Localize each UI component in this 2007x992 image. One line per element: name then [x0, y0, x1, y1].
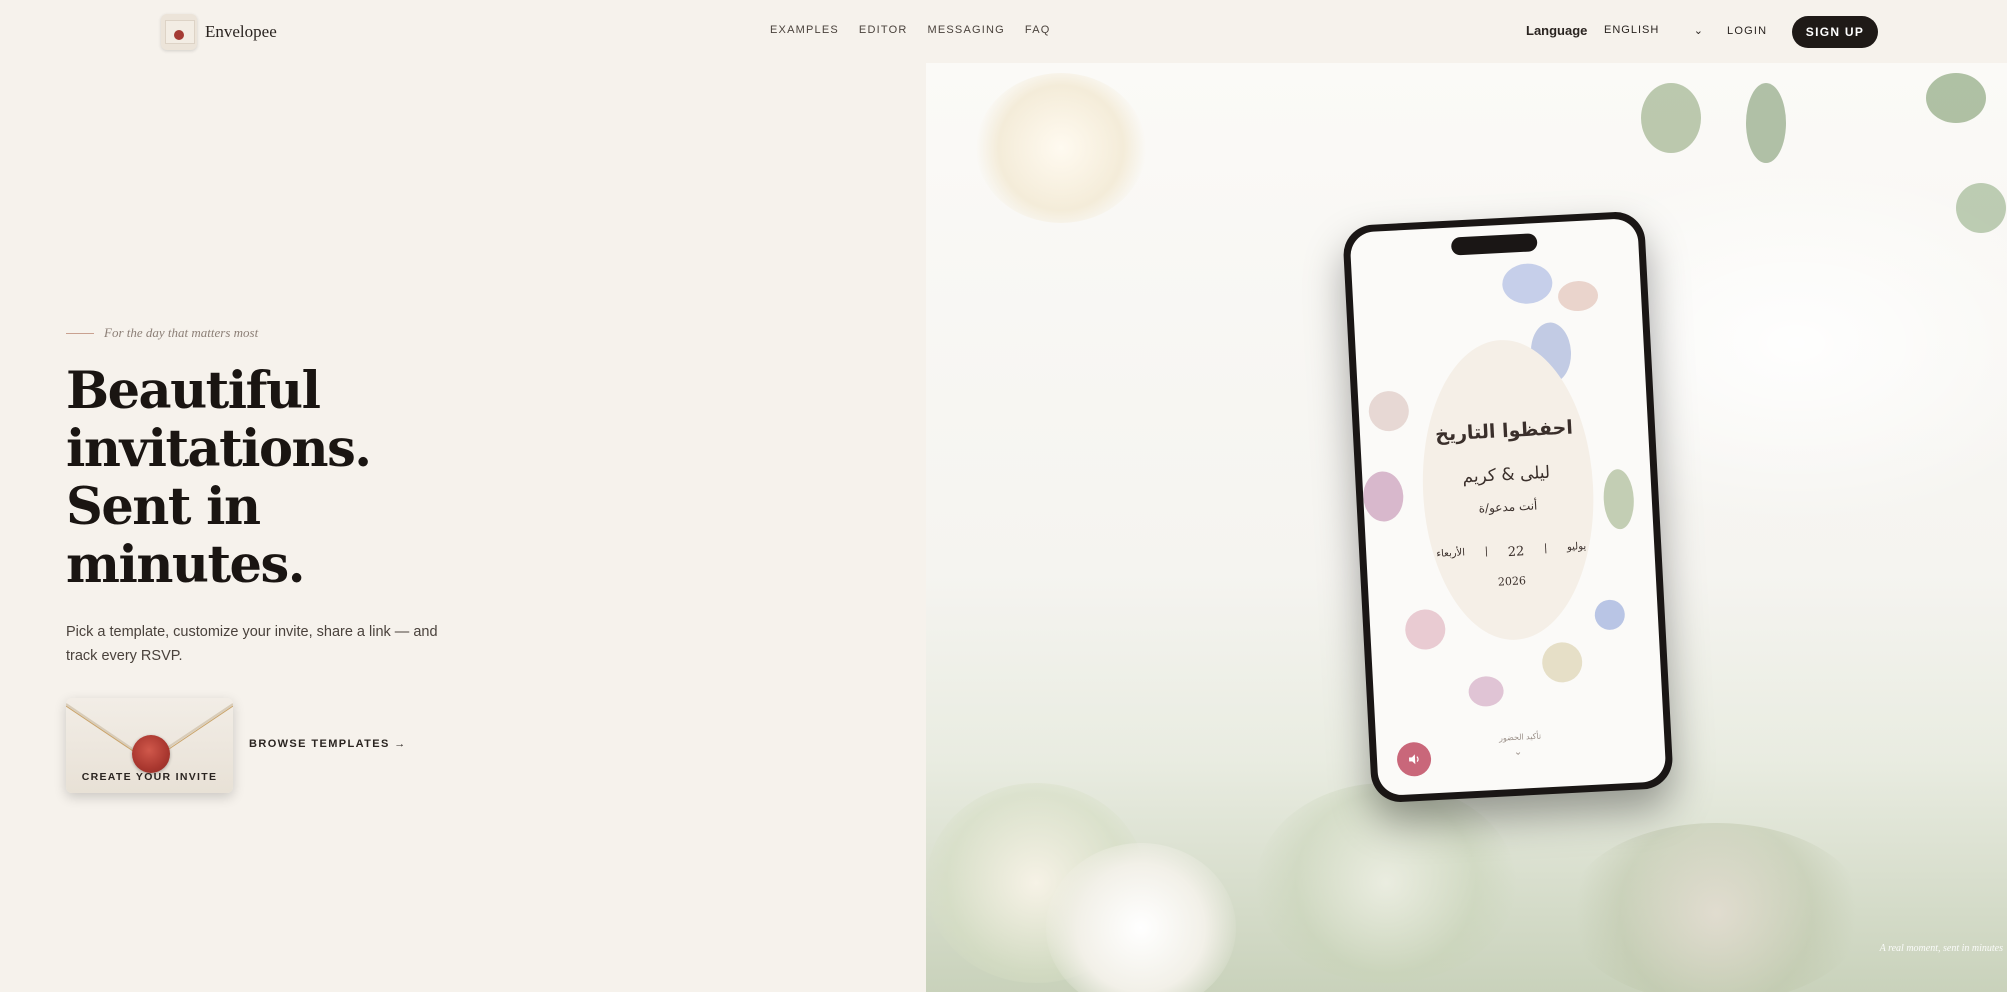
envelope-logo-icon	[161, 14, 197, 50]
eyebrow-divider	[66, 332, 94, 334]
signup-button[interactable]: SIGN UP	[1792, 16, 1878, 48]
leaf-decoration	[1641, 83, 1701, 153]
language-value: ENGLISH	[1604, 24, 1660, 36]
phone-mockup: احفظوا التاريخ ليلى & كريم أنت مدعو/ة ال…	[1342, 210, 1674, 804]
leaf-decoration	[1926, 73, 1986, 123]
leaf-decoration	[1746, 83, 1786, 163]
phone-notch	[1450, 233, 1538, 256]
wax-seal-icon	[132, 735, 170, 773]
hero-subtext: Pick a template, customize your invite, …	[66, 624, 438, 664]
landing-page: Envelopee EXAMPLES EDITOR MESSAGING FAQ …	[5, 0, 2007, 992]
chevron-down-icon[interactable]: ⌄	[1514, 746, 1529, 758]
chevron-down-icon: ⌄	[1693, 25, 1704, 37]
blurred-flower-decoration	[1256, 783, 1516, 983]
wildflower-decoration	[1557, 280, 1599, 313]
nav-examples[interactable]: EXAMPLES	[770, 24, 839, 36]
brand-logo[interactable]: Envelopee	[161, 14, 277, 50]
nav-editor[interactable]: EDITOR	[859, 24, 908, 36]
headline-line: minutes.	[66, 535, 305, 595]
invite-month: يوليو	[1566, 540, 1587, 553]
invite-oval-frame	[1415, 335, 1601, 645]
speaker-glyph	[1408, 754, 1419, 765]
brand-name: Envelopee	[205, 22, 277, 41]
invite-weekday: الأربعاء	[1436, 547, 1466, 560]
invite-day: 22	[1507, 544, 1525, 561]
wildflower-decoration	[1594, 599, 1626, 631]
speaker-icon[interactable]	[1396, 741, 1432, 778]
hero-headline: Beautiful invitations. Sent in minutes.	[66, 362, 486, 594]
eyebrow-text: For the day that matters most	[104, 325, 259, 340]
hero-eyebrow: For the day that matters most	[66, 325, 258, 341]
blurred-flower-decoration	[1566, 823, 1866, 992]
wildflower-decoration	[1467, 675, 1505, 708]
white-rose-decoration	[976, 73, 1146, 223]
headline-line: invitations.	[66, 419, 372, 479]
hero-image-caption: A real moment, sent in minutes	[1879, 943, 2003, 954]
date-separator: |	[1543, 543, 1548, 555]
wildflower-decoration	[1501, 262, 1554, 305]
language-select[interactable]: ENGLISH ⌄	[1604, 24, 1704, 37]
headline-line: Beautiful	[66, 361, 321, 421]
wildflower-decoration	[1541, 641, 1584, 684]
wildflower-decoration	[1404, 608, 1447, 651]
main-nav: EXAMPLES EDITOR MESSAGING FAQ	[770, 24, 1051, 36]
leaf-decoration	[1956, 183, 2006, 233]
date-separator: |	[1484, 546, 1489, 558]
login-link[interactable]: LOGIN	[1727, 25, 1767, 37]
browse-templates-link[interactable]: BROWSE TEMPLATES →	[249, 738, 407, 750]
nav-faq[interactable]: FAQ	[1025, 24, 1051, 36]
create-invite-label: CREATE YOUR INVITE	[81, 771, 218, 783]
top-nav-bar: Envelopee EXAMPLES EDITOR MESSAGING FAQ …	[5, 0, 2007, 63]
language-label: Language	[1526, 23, 1588, 38]
headline-line: Sent in	[66, 477, 261, 537]
create-invite-button[interactable]: CREATE YOUR INVITE	[66, 698, 233, 793]
nav-messaging[interactable]: MESSAGING	[927, 24, 1004, 36]
invite-preview-screen: احفظوا التاريخ ليلى & كريم أنت مدعو/ة ال…	[1349, 217, 1667, 797]
